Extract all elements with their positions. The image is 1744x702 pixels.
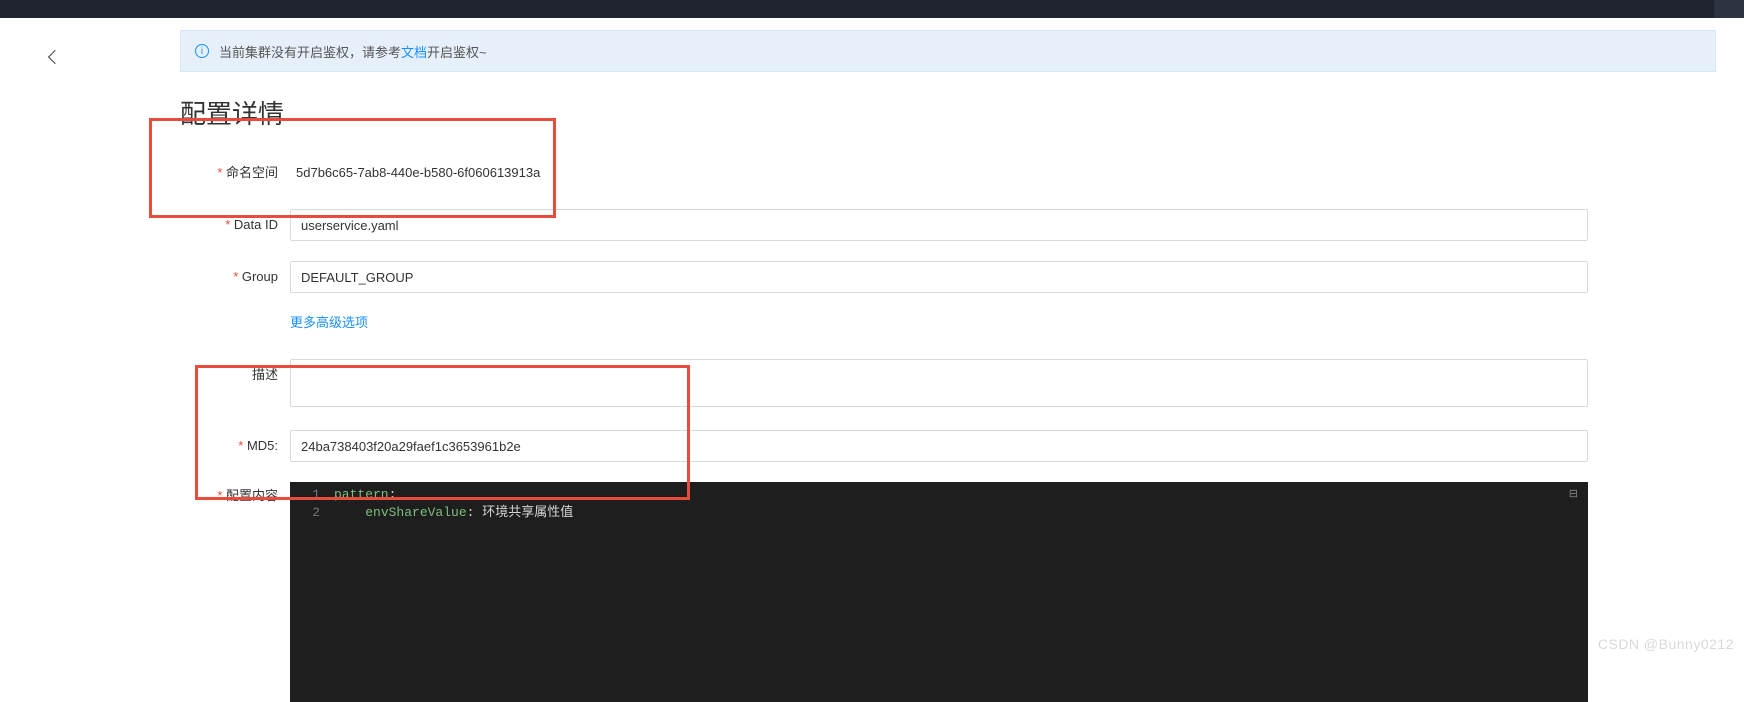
code-key-pattern: pattern: [334, 487, 389, 502]
row-namespace: 命名空间 5d7b6c65-7ab8-440e-b580-6f060613913…: [180, 157, 1744, 189]
code-key-env: envShareValue: [365, 505, 466, 520]
row-md5: MD5:: [180, 430, 1744, 462]
row-content: 配置内容 12 pattern: envShareValue: 环境共享属性值 …: [180, 482, 1744, 702]
label-namespace: 命名空间: [180, 157, 290, 189]
code-gutter: 12: [290, 486, 326, 522]
alert-suffix: 开启鉴权~: [427, 45, 487, 60]
row-desc: 描述: [180, 359, 1744, 410]
top-bar: [0, 0, 1744, 18]
content-area: i 当前集群没有开启鉴权，请参考文档开启鉴权~ 配置详情 命名空间 5d7b6c…: [180, 30, 1744, 658]
code-editor[interactable]: 12 pattern: envShareValue: 环境共享属性值 ⊟: [290, 482, 1588, 702]
input-desc[interactable]: [290, 359, 1588, 407]
row-data-id: Data ID: [180, 209, 1744, 241]
input-data-id[interactable]: [290, 209, 1588, 241]
value-namespace: 5d7b6c65-7ab8-440e-b580-6f060613913a: [290, 157, 1744, 189]
page-title: 配置详情: [180, 94, 1744, 131]
info-icon: i: [195, 44, 209, 58]
label-group: Group: [180, 261, 290, 293]
label-data-id: Data ID: [180, 209, 290, 241]
label-desc: 描述: [180, 359, 290, 383]
code-val-env: 环境共享属性值: [482, 505, 573, 520]
top-bar-right: [1714, 0, 1744, 18]
row-group: Group: [180, 261, 1744, 293]
row-advanced: 更多高级选项: [180, 313, 1744, 333]
label-content: 配置内容: [180, 482, 290, 504]
code-lines: pattern: envShareValue: 环境共享属性值: [334, 486, 1580, 522]
code-fold-icon[interactable]: ⊟: [1569, 486, 1578, 504]
watermark: CSDN @Bunny0212: [1598, 636, 1734, 652]
auth-alert: i 当前集群没有开启鉴权，请参考文档开启鉴权~: [180, 30, 1716, 72]
back-chevron-icon[interactable]: [48, 50, 62, 64]
alert-doc-link[interactable]: 文档: [401, 45, 427, 60]
advanced-options-link[interactable]: 更多高级选项: [290, 315, 368, 330]
code-indent: [334, 505, 365, 520]
input-md5[interactable]: [290, 430, 1588, 462]
alert-prefix: 当前集群没有开启鉴权，请参考: [219, 45, 401, 60]
label-md5: MD5:: [180, 430, 290, 462]
input-group[interactable]: [290, 261, 1588, 293]
